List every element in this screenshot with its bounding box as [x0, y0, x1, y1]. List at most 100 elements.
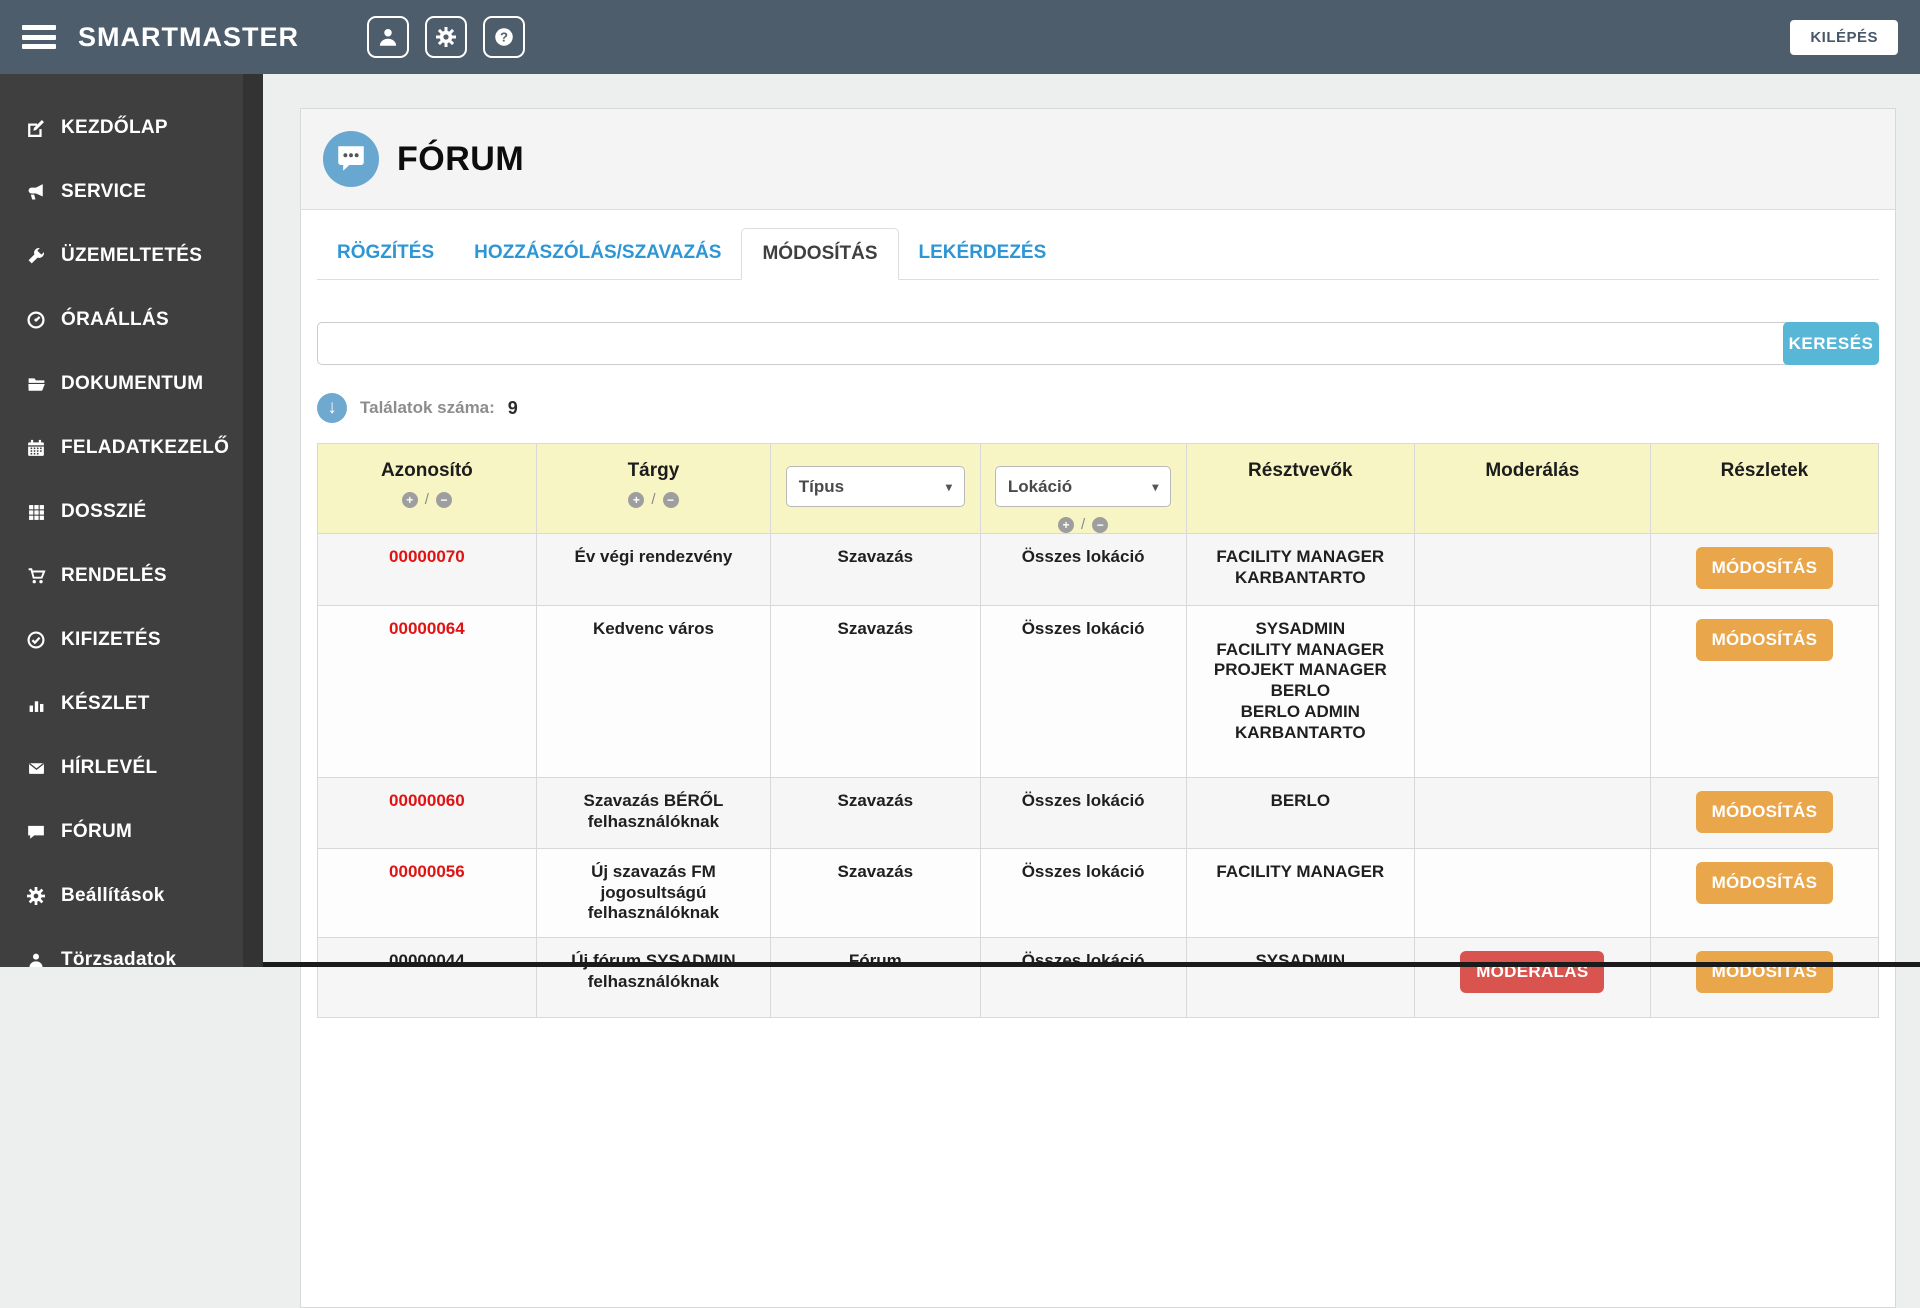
- cell-moderation: [1414, 534, 1650, 606]
- modify-button[interactable]: MÓDOSÍTÁS: [1696, 547, 1834, 589]
- logout-button[interactable]: KILÉPÉS: [1790, 20, 1898, 55]
- sidebar-item-kezdolap[interactable]: KEZDŐLAP: [0, 96, 263, 160]
- table-row: 00000056 Új szavazás FM jogosultságú fel…: [318, 849, 1879, 938]
- main-content: FÓRUM RÖGZÍTÉS HOZZÁSZÓLÁS/SZAVAZÁS MÓDO…: [263, 74, 1920, 967]
- sidebar-item-dokumentum[interactable]: DOKUMENTUM: [0, 352, 263, 416]
- collapse-down-icon[interactable]: ↓: [317, 393, 347, 423]
- calendar-icon: [26, 439, 46, 457]
- cell-id: 00000056: [318, 849, 537, 938]
- edit-icon: [26, 119, 46, 137]
- column-label: Résztvevők: [1187, 460, 1414, 482]
- sort-separator: /: [425, 491, 429, 508]
- sidebar-item-keszlet[interactable]: KÉSZLET: [0, 672, 263, 736]
- sidebar-item-kifizetes[interactable]: KIFIZETÉS: [0, 608, 263, 672]
- table-row: 00000070 Év végi rendezvény Szavazás Öss…: [318, 534, 1879, 606]
- tab-modositas[interactable]: MÓDOSÍTÁS: [741, 228, 898, 280]
- sort-desc-icon[interactable]: −: [663, 492, 679, 508]
- cell-moderation: [1414, 849, 1650, 938]
- results-label: Találatok száma:: [360, 398, 495, 418]
- sidebar-item-service[interactable]: SERVICE: [0, 160, 263, 224]
- cell-details: MÓDOSÍTÁS: [1650, 606, 1878, 778]
- cell-location: Összes lokáció: [980, 534, 1186, 606]
- cell-details: MÓDOSÍTÁS: [1650, 534, 1878, 606]
- column-header-lokacio: Lokáció ▾ + / −: [980, 444, 1186, 534]
- sidebar-item-rendeles[interactable]: RENDELÉS: [0, 544, 263, 608]
- select-value: Lokáció: [1008, 477, 1072, 497]
- user-profile-button[interactable]: [367, 16, 409, 58]
- cell-details: MÓDOSÍTÁS: [1650, 938, 1878, 1018]
- cell-participants: FACILITY MANAGER KARBANTARTO: [1186, 534, 1414, 606]
- question-icon: ?: [494, 27, 514, 47]
- cell-id: 00000044: [318, 938, 537, 1018]
- column-label: Moderálás: [1415, 460, 1650, 482]
- sidebar-item-beallitasok[interactable]: Beállítások: [0, 864, 263, 928]
- sidebar-item-dosszie[interactable]: DOSSZIÉ: [0, 480, 263, 544]
- modify-button[interactable]: MÓDOSÍTÁS: [1696, 791, 1834, 833]
- table-row: 00000060 Szavazás BÉRŐL felhasználóknak …: [318, 778, 1879, 849]
- lokacio-filter-select[interactable]: Lokáció ▾: [995, 466, 1172, 507]
- sidebar-item-label: FELADATKEZELŐ: [61, 437, 229, 459]
- tab-lekerdezes[interactable]: LEKÉRDEZÉS: [899, 228, 1067, 279]
- cell-participants: SYSADMIN FACILITY MANAGER PROJEKT MANAGE…: [1186, 606, 1414, 778]
- select-value: Típus: [799, 477, 844, 497]
- cell-subject: Szavazás BÉRŐL felhasználóknak: [536, 778, 770, 849]
- sort-desc-icon[interactable]: −: [1092, 517, 1108, 533]
- sort-asc-icon[interactable]: +: [1058, 517, 1074, 533]
- gear-icon: [436, 27, 456, 47]
- tipus-filter-select[interactable]: Típus ▾: [786, 466, 965, 507]
- column-label: Részletek: [1651, 460, 1878, 482]
- page-title: FÓRUM: [397, 140, 524, 179]
- modify-button[interactable]: MÓDOSÍTÁS: [1696, 619, 1834, 661]
- modify-button[interactable]: MÓDOSÍTÁS: [1696, 951, 1834, 993]
- settings-button[interactable]: [425, 16, 467, 58]
- megaphone-icon: [26, 183, 46, 201]
- cell-details: MÓDOSÍTÁS: [1650, 849, 1878, 938]
- sidebar-item-label: FÓRUM: [61, 821, 132, 843]
- column-header-reszletek: Részletek: [1650, 444, 1878, 534]
- sidebar-item-label: RENDELÉS: [61, 565, 167, 587]
- column-header-targy: Tárgy + / −: [536, 444, 770, 534]
- cell-subject: Új fórum SYSADMIN felhasználóknak: [536, 938, 770, 1018]
- sidebar-item-hirlevel[interactable]: HÍRLEVÉL: [0, 736, 263, 800]
- forum-chat-icon: [323, 131, 379, 187]
- cell-id: 00000060: [318, 778, 537, 849]
- hamburger-menu-icon[interactable]: [22, 25, 56, 49]
- cell-subject: Új szavazás FM jogosultságú felhasználók…: [536, 849, 770, 938]
- envelope-icon: [26, 760, 46, 777]
- modify-button[interactable]: MÓDOSÍTÁS: [1696, 862, 1834, 904]
- cell-type: Szavazás: [771, 849, 980, 938]
- chevron-down-icon: ▾: [1152, 480, 1158, 494]
- forum-panel: FÓRUM RÖGZÍTÉS HOZZÁSZÓLÁS/SZAVAZÁS MÓDO…: [300, 108, 1896, 1308]
- cell-type: Szavazás: [771, 778, 980, 849]
- person-icon: [26, 952, 46, 968]
- viewport-bottom-edge: [263, 962, 1920, 967]
- sidebar-item-label: HÍRLEVÉL: [61, 757, 157, 779]
- search-button[interactable]: KERESÉS: [1783, 322, 1879, 365]
- table-header-row: Azonosító + / − Tárgy + / −: [318, 444, 1879, 534]
- sort-desc-icon[interactable]: −: [436, 492, 452, 508]
- sidebar-item-label: Beállítások: [61, 885, 165, 907]
- sidebar-item-oraallas[interactable]: ÓRAÁLLÁS: [0, 288, 263, 352]
- sidebar-item-label: KIFIZETÉS: [61, 629, 161, 651]
- cell-location: Összes lokáció: [980, 938, 1186, 1018]
- sidebar-item-forum[interactable]: FÓRUM: [0, 800, 263, 864]
- tab-bar: RÖGZÍTÉS HOZZÁSZÓLÁS/SZAVAZÁS MÓDOSÍTÁS …: [317, 228, 1879, 280]
- cell-participants: BERLO: [1186, 778, 1414, 849]
- sidebar-item-feladatkezelo[interactable]: FELADATKEZELŐ: [0, 416, 263, 480]
- column-header-tipus: Típus ▾: [771, 444, 980, 534]
- results-count: 9: [508, 398, 518, 419]
- sort-asc-icon[interactable]: +: [402, 492, 418, 508]
- page-header: FÓRUM: [301, 109, 1895, 210]
- table-row: 00000044 Új fórum SYSADMIN felhasználókn…: [318, 938, 1879, 1018]
- moderate-button[interactable]: MODERÁLÁS: [1460, 951, 1604, 993]
- sidebar-item-uzemeltetes[interactable]: ÜZEMELTETÉS: [0, 224, 263, 288]
- tab-hozzaszolas-szavazas[interactable]: HOZZÁSZÓLÁS/SZAVAZÁS: [454, 228, 741, 279]
- search-input[interactable]: [317, 322, 1787, 365]
- cell-id: 00000070: [318, 534, 537, 606]
- sidebar-nav: KEZDŐLAP SERVICE ÜZEMELTETÉS: [0, 74, 263, 967]
- help-button[interactable]: ?: [483, 16, 525, 58]
- sort-asc-icon[interactable]: +: [628, 492, 644, 508]
- gauge-icon: [26, 311, 46, 329]
- tab-rogzites[interactable]: RÖGZÍTÉS: [317, 228, 454, 279]
- cell-moderation: MODERÁLÁS: [1414, 938, 1650, 1018]
